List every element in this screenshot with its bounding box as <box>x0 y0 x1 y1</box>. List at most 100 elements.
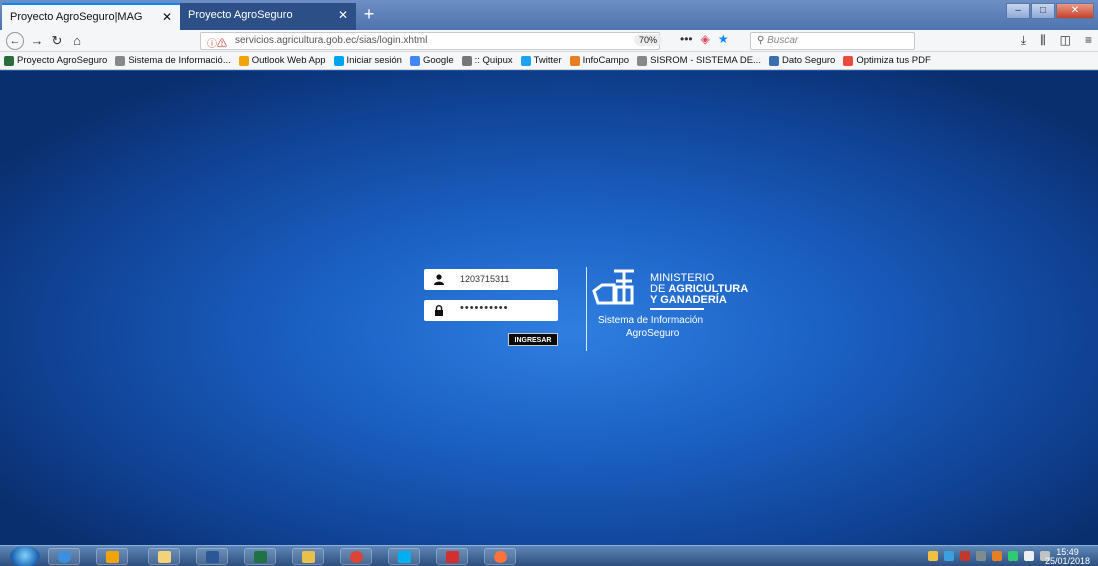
home-icon[interactable]: ⌂ <box>68 32 86 50</box>
taskbar-firefox[interactable] <box>484 548 516 565</box>
folder-icon <box>158 551 171 563</box>
bookmarks-toolbar: Proyecto AgroSeguro Sistema de Informació… <box>0 52 1098 70</box>
ministry-name-line3: Y GANADERÍA <box>650 294 727 306</box>
hamburger-menu-icon[interactable]: ≡ <box>1085 33 1092 48</box>
username-value: 1203715311 <box>460 274 510 284</box>
bookmark-label: Optimiza tus PDF <box>856 55 931 66</box>
windows-icon <box>333 55 344 66</box>
browser-tab-bar: Proyecto AgroSeguro|MAG ✕ Proyecto AgroS… <box>0 0 1098 30</box>
taskbar-chrome[interactable] <box>340 548 372 565</box>
new-tab-button[interactable]: + <box>358 4 380 26</box>
search-input[interactable]: ⚲ Buscar <box>750 32 915 50</box>
excel-icon <box>254 551 267 563</box>
tray-app-icon[interactable] <box>960 551 970 561</box>
tray-app-icon[interactable] <box>1008 551 1018 561</box>
bookmark-label: SISROM - SISTEMA DE... <box>650 55 761 66</box>
taskbar-file-explorer[interactable] <box>148 548 180 565</box>
taskbar-clock[interactable]: 15:49 25/01/2018 <box>1045 548 1090 566</box>
google-icon <box>409 55 420 66</box>
bookmark-label: Outlook Web App <box>251 55 326 66</box>
sidebar-icon[interactable]: ◫ <box>1060 33 1071 48</box>
network-icon[interactable] <box>1024 551 1034 561</box>
reload-icon[interactable]: ↻ <box>48 32 66 50</box>
bookmark-item[interactable]: InfoCampo <box>569 55 629 66</box>
taskbar-outlook[interactable] <box>96 548 128 565</box>
system-tray <box>928 551 1050 561</box>
taskbar-mail[interactable] <box>292 548 324 565</box>
heart-icon <box>843 55 854 66</box>
bookmark-label: :: Quipux <box>474 55 513 66</box>
downloads-icon[interactable]: ⤓ <box>1021 33 1026 48</box>
quipux-icon <box>461 55 472 66</box>
taskbar-word[interactable] <box>196 548 228 565</box>
bookmark-item[interactable]: Optimiza tus PDF <box>843 55 931 66</box>
outlook-icon <box>106 551 119 563</box>
page-actions-menu-icon[interactable]: ••• <box>680 32 693 46</box>
bookmark-item[interactable]: Outlook Web App <box>238 55 326 66</box>
internet-explorer-icon <box>58 551 71 563</box>
username-input[interactable]: 1203715311 <box>424 269 558 290</box>
library-icon[interactable]: ⫼ <box>1040 33 1046 48</box>
bookmark-item[interactable]: :: Quipux <box>461 55 513 66</box>
skype-icon <box>398 551 411 563</box>
taskbar-acrobat[interactable] <box>436 548 468 565</box>
infocampo-icon <box>569 55 580 66</box>
tab-proyecto-agroseguro-mag[interactable]: Proyecto AgroSeguro|MAG ✕ <box>2 3 180 30</box>
twitter-icon <box>520 55 531 66</box>
window-controls: – □ ✕ <box>1006 3 1094 19</box>
tray-app-icon[interactable] <box>992 551 1002 561</box>
password-input[interactable]: •••••••••• <box>424 300 558 321</box>
globe-icon <box>115 55 126 66</box>
taskbar-internet-explorer[interactable] <box>48 548 80 565</box>
system-subtitle: AgroSeguro <box>626 328 680 339</box>
tab-label: Proyecto AgroSeguro|MAG <box>10 11 143 23</box>
back-arrow-icon[interactable]: ← <box>6 32 24 50</box>
address-bar[interactable]: ⓘ⚠ servicios.agricultura.gob.ec/sias/log… <box>200 32 660 50</box>
vertical-divider <box>586 267 587 351</box>
lock-icon <box>435 305 443 316</box>
minimize-icon[interactable]: – <box>1006 3 1030 19</box>
login-page: 1203715311 •••••••••• INGRESAR MINISTERI… <box>0 71 1098 545</box>
pocket-icon[interactable]: ◈ <box>701 32 710 46</box>
start-button[interactable] <box>10 546 40 566</box>
bookmark-item[interactable]: Proyecto AgroSeguro <box>4 55 107 66</box>
windows-taskbar: 15:49 25/01/2018 <box>0 545 1098 566</box>
tray-app-icon[interactable] <box>944 551 954 561</box>
system-title: Sistema de Información <box>598 315 704 326</box>
tray-app-icon[interactable] <box>928 551 938 561</box>
url-domain: servicios.agricultura.gob.ec <box>235 35 357 46</box>
bookmark-item[interactable]: Sistema de Informació... <box>115 55 231 66</box>
acrobat-icon <box>446 551 459 563</box>
dato-seguro-icon <box>768 55 779 66</box>
taskbar-excel[interactable] <box>244 548 276 565</box>
forward-arrow-icon[interactable]: → <box>28 32 46 50</box>
navigation-toolbar: ← → ↻ ⌂ ⓘ⚠ servicios.agricultura.gob.ec/… <box>0 30 1098 52</box>
bookmark-label: Twitter <box>533 55 562 66</box>
zoom-level-badge[interactable]: 70% <box>634 34 663 46</box>
firefox-icon <box>494 551 507 563</box>
close-tab-icon[interactable]: ✕ <box>162 10 172 24</box>
bookmark-label: Sistema de Informació... <box>128 55 231 66</box>
bookmark-item[interactable]: Twitter <box>520 55 562 66</box>
bookmark-item[interactable]: SISROM - SISTEMA DE... <box>637 55 761 66</box>
bookmark-item[interactable]: Google <box>409 55 454 66</box>
bookmark-item[interactable]: Dato Seguro <box>768 55 835 66</box>
toolbar-right: ⤓ ⫼ ◫ ≡ <box>1021 33 1092 48</box>
bookmark-label: Proyecto AgroSeguro <box>17 55 108 66</box>
ingresar-button[interactable]: INGRESAR <box>508 333 558 346</box>
search-icon: ⚲ <box>757 35 765 46</box>
taskbar-skype[interactable] <box>388 548 420 565</box>
url-path: /sias/login.xhtml <box>356 35 428 46</box>
tab-proyecto-agroseguro[interactable]: Proyecto AgroSeguro ✕ <box>180 3 356 30</box>
user-icon <box>434 274 444 285</box>
close-tab-icon[interactable]: ✕ <box>338 8 348 22</box>
outlook-icon <box>238 55 249 66</box>
bookmark-label: Google <box>422 55 454 66</box>
tray-app-icon[interactable] <box>976 551 986 561</box>
bookmark-item[interactable]: Iniciar sesión <box>333 55 402 66</box>
bookmark-star-icon[interactable]: ★ <box>718 32 729 46</box>
maximize-icon[interactable]: □ <box>1031 3 1055 19</box>
close-window-icon[interactable]: ✕ <box>1056 3 1094 19</box>
clock-date: 25/01/2018 <box>1044 556 1090 566</box>
site-info-icon[interactable]: ⓘ⚠ <box>207 35 227 50</box>
